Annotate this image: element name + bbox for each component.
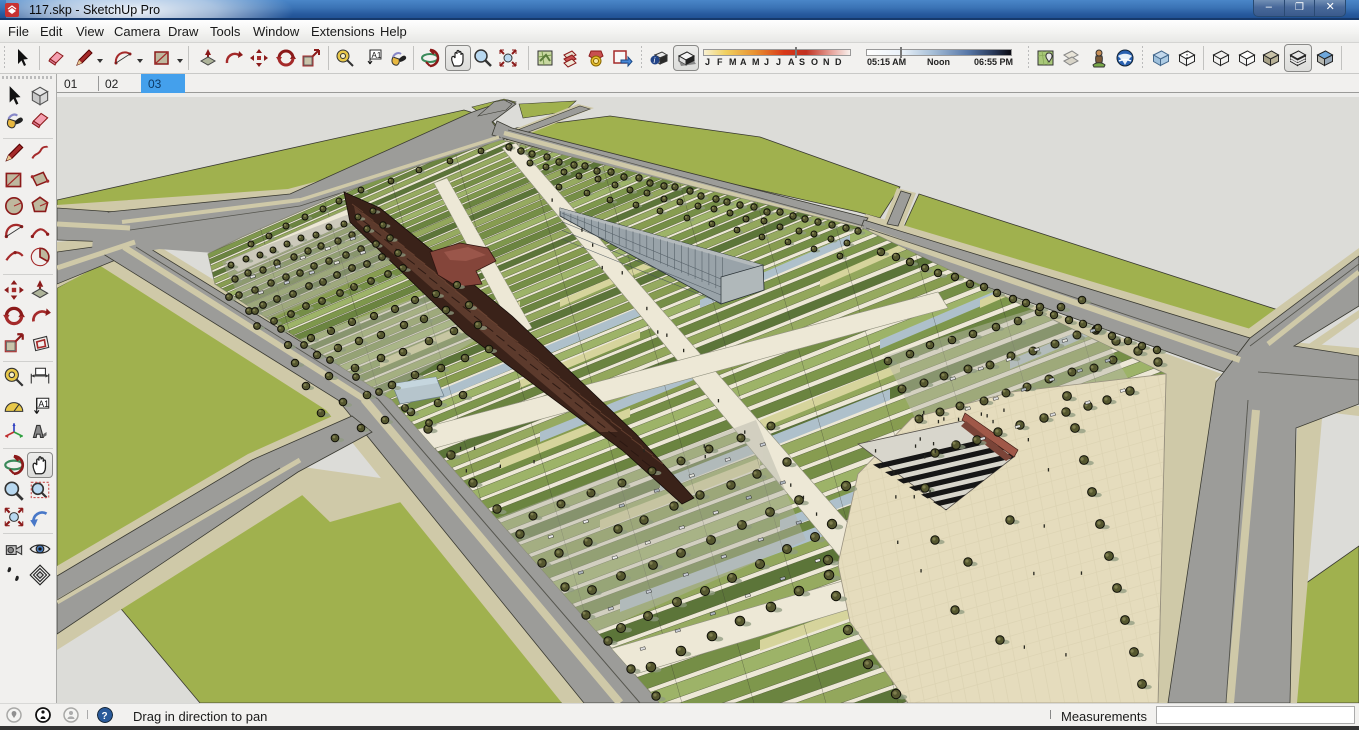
svg-text:i: i — [654, 56, 656, 65]
svg-text:A1: A1 — [372, 51, 382, 60]
svg-text:A1: A1 — [38, 399, 49, 409]
svg-text:?: ? — [102, 711, 108, 722]
